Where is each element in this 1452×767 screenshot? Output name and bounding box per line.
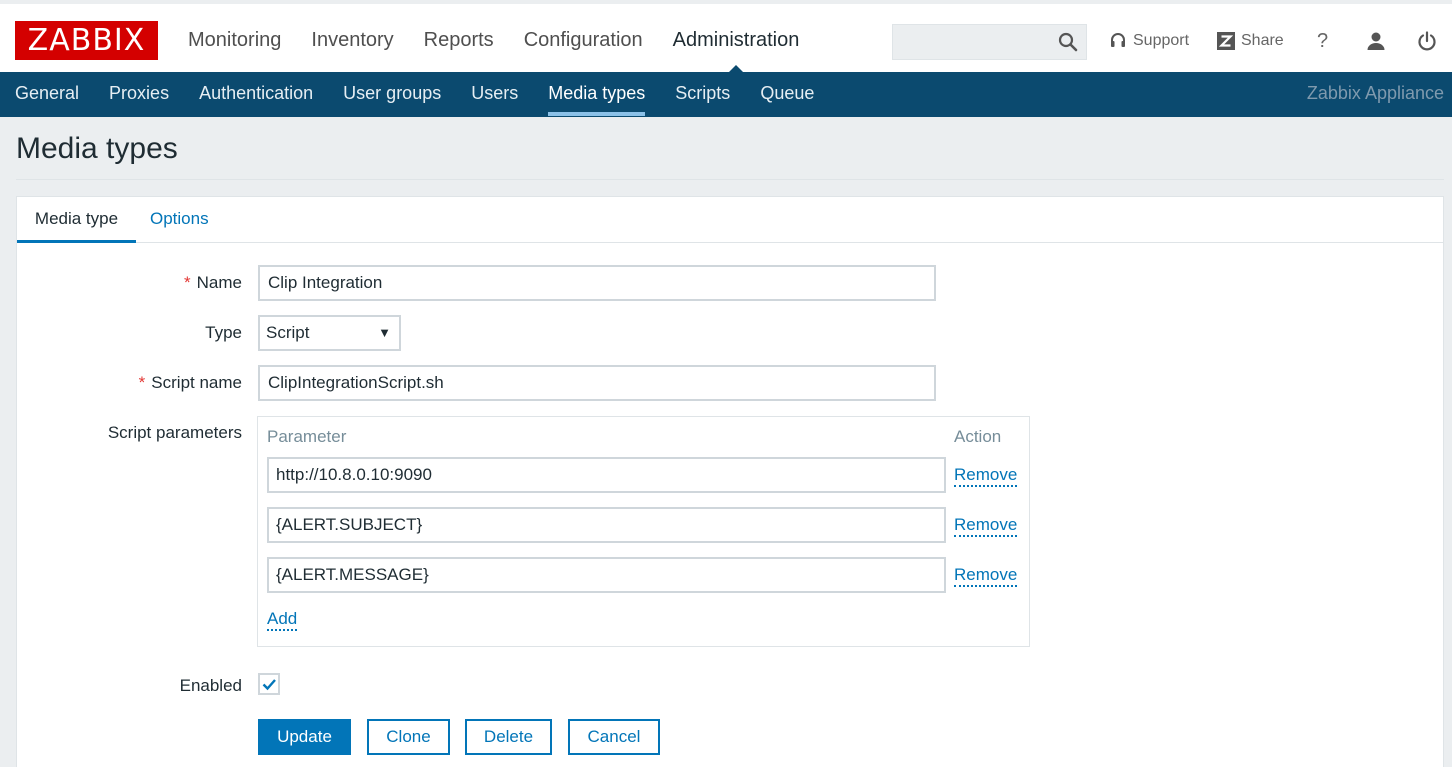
title-divider (16, 179, 1444, 180)
parameter-input-1[interactable] (267, 457, 946, 493)
sub-nav-authentication[interactable]: Authentication (184, 72, 328, 117)
parameter-input-3[interactable] (267, 557, 946, 593)
type-label: Type (205, 323, 242, 342)
sub-nav-media-types[interactable]: Media types (533, 72, 660, 117)
script-parameters-label: Script parameters (107, 423, 242, 442)
action-column-header: Action (954, 427, 1002, 446)
search-icon[interactable] (1058, 32, 1078, 52)
tab-options[interactable]: Options (150, 197, 209, 243)
sub-nav-scripts[interactable]: Scripts (660, 72, 745, 117)
tab-media-type[interactable]: Media type (17, 197, 136, 243)
server-name: Zabbix Appliance (1306, 83, 1444, 103)
share-z-icon (1217, 32, 1235, 50)
sub-nav-proxies[interactable]: Proxies (94, 72, 184, 117)
clone-button[interactable]: Clone (367, 719, 450, 755)
name-input[interactable] (258, 265, 936, 301)
main-nav-monitoring[interactable]: Monitoring (173, 4, 296, 76)
update-button[interactable]: Update (258, 719, 351, 755)
main-nav-configuration[interactable]: Configuration (509, 4, 658, 76)
main-nav-inventory[interactable]: Inventory (296, 4, 408, 76)
search-input[interactable] (893, 25, 1053, 59)
form-tabs: Media type Options (17, 197, 1443, 243)
enabled-checkbox[interactable] (258, 673, 280, 695)
page-title: Media types (16, 132, 178, 165)
remove-parameter-2-link[interactable]: Remove (954, 515, 1018, 537)
name-label: * Name (184, 273, 242, 292)
parameter-column-header: Parameter (267, 427, 347, 446)
zabbix-logo[interactable]: ZABBIX (15, 21, 158, 60)
power-icon (1418, 31, 1436, 51)
search-box (892, 24, 1087, 60)
main-nav-reports[interactable]: Reports (409, 4, 509, 76)
checkmark-icon (262, 679, 276, 691)
remove-parameter-1-link[interactable]: Remove (954, 465, 1018, 487)
sign-out-button[interactable] (1417, 29, 1443, 53)
dropdown-arrow-icon: ▼ (378, 325, 391, 340)
parameter-input-2[interactable] (267, 507, 946, 543)
help-icon: ? (1317, 30, 1329, 52)
main-nav-administration[interactable]: Administration (658, 4, 815, 76)
help-button[interactable]: ? (1317, 29, 1328, 53)
main-nav: Monitoring Inventory Reports Configurati… (173, 4, 814, 76)
headset-icon (1111, 33, 1125, 47)
sub-nav-general[interactable]: General (0, 72, 94, 117)
type-selected-value: Script (266, 323, 310, 342)
sub-nav-queue[interactable]: Queue (745, 72, 829, 117)
cancel-button[interactable]: Cancel (568, 719, 660, 755)
user-icon (1367, 32, 1385, 50)
required-marker: * (184, 273, 191, 292)
sub-nav-users[interactable]: Users (456, 72, 533, 117)
script-parameters-table: Parameter Action Remove Remove Remove Ad… (257, 416, 1030, 647)
required-marker: * (138, 373, 146, 392)
user-profile-button[interactable] (1366, 29, 1392, 53)
script-name-input[interactable] (258, 365, 936, 401)
add-parameter-link[interactable]: Add (267, 609, 298, 631)
remove-parameter-3-link[interactable]: Remove (954, 565, 1018, 587)
share-label: Share (1241, 32, 1284, 49)
script-name-label: * Script name (138, 373, 242, 392)
media-type-form: Media type Options *Name Type Script ▼ *… (16, 196, 1444, 767)
share-link[interactable]: Share (1217, 29, 1284, 53)
sub-nav: General Proxies Authentication User grou… (0, 72, 1452, 117)
delete-button[interactable]: Delete (465, 719, 552, 755)
top-header: ZABBIX Monitoring Inventory Reports Conf… (0, 0, 1452, 76)
enabled-label: Enabled (179, 676, 242, 695)
support-label: Support (1133, 32, 1190, 49)
sub-nav-user-groups[interactable]: User groups (328, 72, 456, 117)
support-link[interactable]: Support (1109, 29, 1189, 53)
type-select[interactable]: Script ▼ (258, 315, 401, 351)
